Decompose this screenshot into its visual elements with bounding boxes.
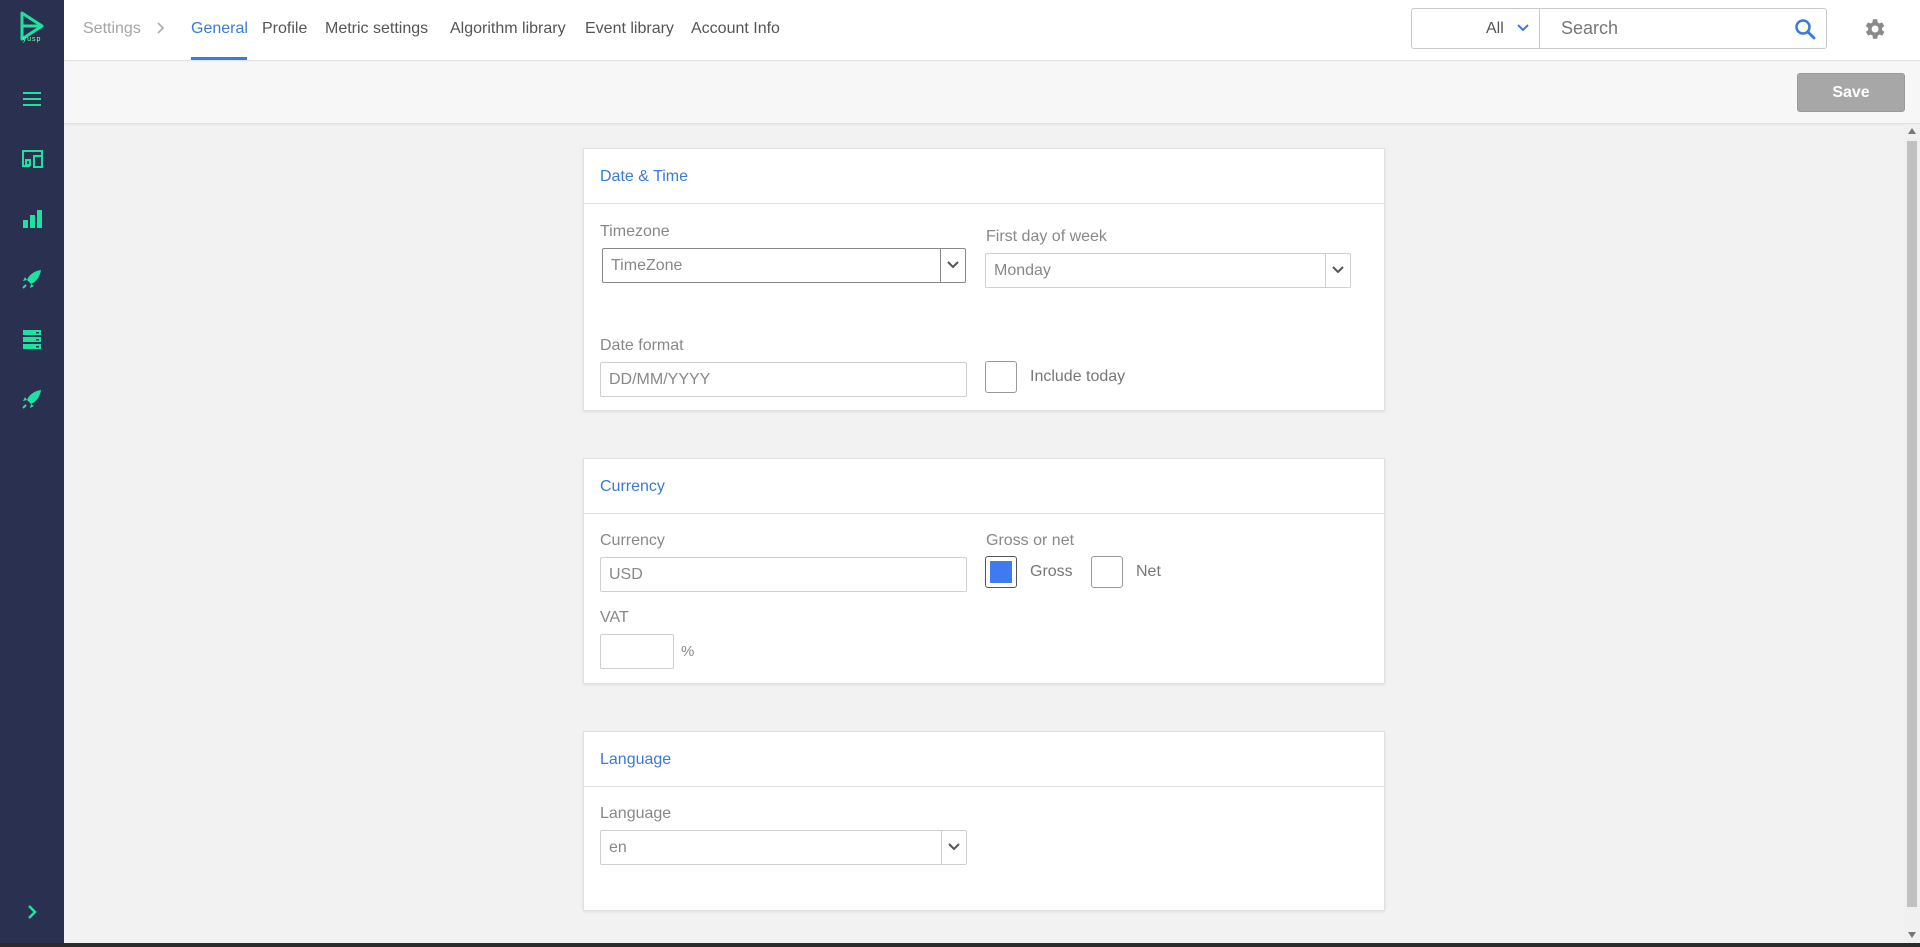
card-header: Date & Time xyxy=(584,149,1384,204)
dropdown-button[interactable] xyxy=(1325,254,1350,287)
card-title: Currency xyxy=(600,478,665,495)
dropdown-button[interactable] xyxy=(941,831,966,864)
tab-account-info[interactable]: Account Info xyxy=(691,20,780,38)
chevron-right-icon[interactable] xyxy=(22,902,42,922)
vat-field[interactable] xyxy=(600,634,674,669)
card-title: Date & Time xyxy=(600,168,689,185)
search-icon[interactable] xyxy=(1794,18,1816,40)
date-format-placeholder: DD/MM/YYYY xyxy=(609,371,711,388)
scrollbar[interactable] xyxy=(1904,124,1920,943)
menu-icon[interactable] xyxy=(20,87,44,111)
gross-or-net-label: Gross or net xyxy=(986,532,1075,549)
chevron-down-icon xyxy=(947,261,959,269)
currency-field[interactable]: USD xyxy=(600,557,967,592)
currency-card: Currency Currency USD Gross or net Gross… xyxy=(583,458,1385,684)
rocket-icon[interactable] xyxy=(20,387,44,411)
language-value: en xyxy=(609,839,627,856)
first-day-value: Monday xyxy=(994,262,1051,279)
bar-chart-icon[interactable] xyxy=(20,207,44,231)
logo-text: yusp xyxy=(22,36,42,43)
bottom-strip xyxy=(0,943,1920,947)
server-list-icon[interactable] xyxy=(20,327,44,351)
scrollbar-thumb[interactable] xyxy=(1907,141,1917,907)
include-today-checkbox[interactable] xyxy=(985,361,1017,393)
language-select[interactable]: en xyxy=(600,830,967,865)
card-title: Language xyxy=(600,751,672,768)
vat-unit: % xyxy=(681,643,695,660)
top-bar: Settings General Profile Metric settings… xyxy=(64,0,1920,61)
net-checkbox[interactable] xyxy=(1091,556,1123,588)
date-time-card: Date & Time Timezone TimeZone First day … xyxy=(583,148,1385,411)
scroll-down-arrow-icon[interactable] xyxy=(1908,932,1916,938)
chevron-down-icon xyxy=(1517,24,1529,32)
chevron-down-icon xyxy=(1332,266,1344,274)
devices-icon[interactable] xyxy=(20,147,44,171)
gear-icon[interactable] xyxy=(1861,16,1887,42)
tab-metric-settings[interactable]: Metric settings xyxy=(325,20,428,38)
gross-label: Gross xyxy=(1030,563,1073,580)
tab-profile[interactable]: Profile xyxy=(262,20,307,38)
active-tab-indicator xyxy=(191,57,247,60)
language-label: Language xyxy=(600,805,672,822)
date-format-label: Date format xyxy=(600,337,684,354)
tab-algorithm-library[interactable]: Algorithm library xyxy=(450,20,566,38)
net-label: Net xyxy=(1136,563,1161,580)
gross-checkbox[interactable] xyxy=(985,556,1017,588)
timezone-label: Timezone xyxy=(600,223,670,240)
save-button[interactable]: Save xyxy=(1797,73,1905,112)
checkbox-fill xyxy=(990,561,1012,583)
search-scope-label: All xyxy=(1486,20,1504,37)
tab-general[interactable]: General xyxy=(191,20,248,38)
toolbar: Save xyxy=(64,62,1920,124)
chevron-right-icon xyxy=(157,22,165,34)
dropdown-button[interactable] xyxy=(940,249,965,282)
language-card: Language Language en xyxy=(583,731,1385,911)
rocket-icon[interactable] xyxy=(20,267,44,291)
include-today-label: Include today xyxy=(1030,368,1126,385)
currency-label: Currency xyxy=(600,532,665,549)
date-format-field[interactable]: DD/MM/YYYY xyxy=(600,362,967,397)
scroll-up-arrow-icon[interactable] xyxy=(1908,128,1916,134)
currency-value: USD xyxy=(609,566,643,583)
sidebar: yusp xyxy=(0,0,64,947)
tab-event-library[interactable]: Event library xyxy=(585,20,674,38)
search-bar: All xyxy=(1411,8,1827,49)
breadcrumb-settings[interactable]: Settings xyxy=(83,20,141,38)
card-header: Language xyxy=(584,732,1384,787)
timezone-select[interactable]: TimeZone xyxy=(602,248,966,283)
chevron-down-icon xyxy=(948,843,960,851)
first-day-label: First day of week xyxy=(986,228,1107,245)
search-scope-select[interactable]: All xyxy=(1412,9,1540,48)
vat-label: VAT xyxy=(600,609,629,626)
first-day-select[interactable]: Monday xyxy=(985,253,1351,288)
timezone-value: TimeZone xyxy=(611,257,683,274)
search-input[interactable] xyxy=(1541,9,1781,48)
card-header: Currency xyxy=(584,459,1384,514)
